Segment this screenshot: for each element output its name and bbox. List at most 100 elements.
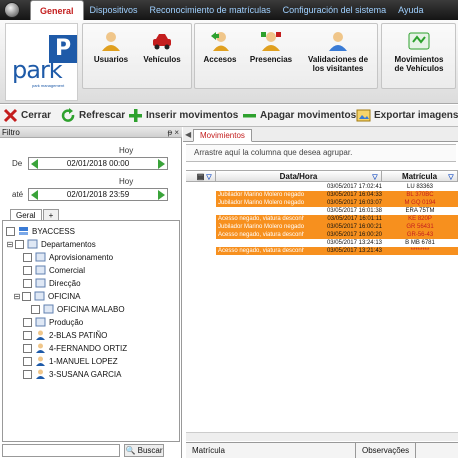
row-plate: LU 83363 <box>406 184 434 190</box>
tree-checkbox[interactable] <box>6 226 15 236</box>
ate-next-arrow-icon[interactable] <box>158 190 165 200</box>
inserir-movimentos-button[interactable]: Inserir movimentos <box>128 108 238 123</box>
validaciones-label-1: Validaciones de <box>307 55 369 64</box>
table-row[interactable]: Acesso negado, viatura desconhecida 03/0… <box>186 215 458 223</box>
plus-icon <box>128 108 143 123</box>
table-row[interactable]: 03/05/2017 17:02:41 LU 83363 <box>186 183 458 191</box>
tab-configuracion[interactable]: Configuración del sistema <box>277 0 393 20</box>
vehicle-movements-icon <box>408 30 430 52</box>
tree-item[interactable]: ⊟ OFICINA <box>13 290 80 302</box>
tree-item[interactable]: 1-MANUEL LOPEZ <box>23 355 118 367</box>
movements-panel: ◀ Movimientos Arrastre aquí la columna q… <box>183 127 458 458</box>
tree-checkbox[interactable] <box>23 369 32 379</box>
table-row[interactable]: Acesso negado, viatura desconhecida 03/0… <box>186 247 458 255</box>
tree-item[interactable]: 4-FERNANDO ORTIZ <box>23 342 127 354</box>
tree-item[interactable]: Direcção <box>23 277 81 289</box>
filter-panel-buttons[interactable]: ᵽ × <box>168 127 179 138</box>
cerrar-button[interactable]: Cerrar <box>3 108 51 123</box>
tree-checkbox[interactable] <box>23 278 32 288</box>
tree-item[interactable]: Produção <box>23 316 83 328</box>
grid-selector-icon: ▤ <box>196 172 205 181</box>
table-row[interactable]: 03/05/2017 16:01:38 ERA 75TM <box>186 207 458 215</box>
tab-ayuda[interactable]: Ayuda <box>392 0 429 20</box>
row-description: Jubilador Marino Molero negado <box>218 200 304 206</box>
cerrar-label: Cerrar <box>21 110 52 121</box>
tree-checkbox[interactable] <box>22 291 31 301</box>
tree-checkbox[interactable] <box>23 343 32 353</box>
search-input[interactable] <box>2 444 120 457</box>
tree-checkbox[interactable] <box>15 239 24 249</box>
panel-arrow-icon[interactable]: ◀ <box>185 130 191 139</box>
presencias-button[interactable]: Presencias <box>246 30 296 64</box>
vehiculos-button[interactable]: Vehículos <box>137 30 187 64</box>
tree-item[interactable]: 3-SUSANA GARCIA <box>23 368 121 380</box>
tree-item[interactable]: Comercial <box>23 264 85 276</box>
filter-icon[interactable]: ▽ <box>371 172 379 181</box>
usuarios-button[interactable]: Usuarios <box>89 30 133 64</box>
de-prev-arrow-icon[interactable] <box>31 159 38 169</box>
de-next-arrow-icon[interactable] <box>158 159 165 169</box>
tree-checkbox[interactable] <box>23 265 32 275</box>
column-matricula[interactable]: Matrícula ▽ <box>382 171 458 181</box>
app-menu-orb[interactable] <box>4 2 20 18</box>
department-icon <box>35 265 46 275</box>
tree-item[interactable]: OFICINA MALABO <box>31 303 125 315</box>
tab-reconocimiento[interactable]: Reconocimiento de matrículas <box>144 0 277 20</box>
tree-checkbox[interactable] <box>23 317 32 327</box>
tree-checkbox[interactable] <box>23 252 32 262</box>
department-icon <box>43 304 54 314</box>
tab-observaciones[interactable]: Observações <box>356 443 417 458</box>
tree-checkbox[interactable] <box>23 356 32 366</box>
row-plate: B MB 6781 <box>405 240 435 246</box>
park-logo: P park park management <box>5 23 78 101</box>
hoy-label-1[interactable]: Hoy <box>119 146 133 155</box>
tree-item[interactable]: BYACCESS <box>6 225 75 237</box>
movimientos-vehiculos-button[interactable]: Movimientos de Vehículos <box>383 30 455 73</box>
exportar-imagens-label: Exportar imagens d <box>374 110 458 121</box>
tab-general[interactable]: General <box>30 0 84 20</box>
table-row[interactable]: Jubilador Marino Molero negado 03/05/201… <box>186 199 458 207</box>
table-row[interactable]: Jubilador Marino Molero negado 03/05/201… <box>186 191 458 199</box>
buscar-button[interactable]: 🔍 Buscar <box>124 444 164 457</box>
tab-dispositivos[interactable]: Dispositivos <box>84 0 144 20</box>
row-date: 03/05/2017 13:21:43 <box>326 248 382 254</box>
table-row[interactable]: Acesso negado, viatura desconhecida 03/0… <box>186 231 458 239</box>
filter-icon[interactable]: ▽ <box>447 172 455 181</box>
group-by-area[interactable]: Arrastre aquí la columna que desea agrup… <box>186 144 456 162</box>
tree-item[interactable]: Aprovisionamento <box>23 251 113 263</box>
tree-checkbox[interactable] <box>31 304 40 314</box>
grid-selector-header[interactable]: ▤ ▽ <box>186 171 216 181</box>
row-date: 03/05/2017 16:00:20 <box>326 232 382 238</box>
tree-checkbox[interactable] <box>23 330 32 340</box>
apagar-movimentos-button[interactable]: Apagar movimentos <box>242 108 356 123</box>
collapse-icon[interactable]: ⊟ <box>6 240 14 249</box>
column-data-hora[interactable]: Data/Hora ▽ <box>216 171 382 181</box>
refrescar-button[interactable]: Refrescar <box>61 108 125 123</box>
toolbar: Cerrar Refrescar Inserir movimentos Apag… <box>0 105 458 127</box>
tree-label: 1-MANUEL LOPEZ <box>49 356 118 366</box>
de-date-field[interactable]: 02/01/2018 00:00 <box>28 157 168 170</box>
validaciones-button[interactable]: Validaciones de los visitantes <box>300 30 376 73</box>
ate-date-field[interactable]: 02/01/2018 23:59 <box>28 188 168 201</box>
row-description: Acesso negado, viatura desconhecida <box>218 216 304 222</box>
tree-label: Direcção <box>49 278 81 288</box>
hoy-label-2[interactable]: Hoy <box>119 177 133 186</box>
row-date: 03/05/2017 13:24:13 <box>326 240 382 246</box>
ate-prev-arrow-icon[interactable] <box>31 190 38 200</box>
tree-item[interactable]: 2-BLAS PATIÑO <box>23 329 107 341</box>
table-row[interactable]: Jubilador Marino Molero negado 03/05/201… <box>186 223 458 231</box>
table-row[interactable]: 03/05/2017 13:24:13 B MB 6781 <box>186 239 458 247</box>
person-icon <box>35 330 46 340</box>
accesos-button[interactable]: Accesos <box>198 30 242 64</box>
movements-tabstrip: ◀ Movimientos <box>183 127 458 142</box>
horizontal-scrollbar[interactable] <box>186 432 458 441</box>
tab-movimientos[interactable]: Movimientos <box>193 129 252 142</box>
row-description <box>218 183 304 191</box>
exportar-imagens-button[interactable]: Exportar imagens d <box>356 108 458 123</box>
filter-icon[interactable]: ▽ <box>205 172 213 181</box>
apagar-movimentos-label: Apagar movimentos <box>260 110 357 121</box>
tree-item[interactable]: ⊟ Departamentos <box>6 238 96 250</box>
tab-matricula[interactable]: Matrícula <box>186 443 356 458</box>
row-date: 03/05/2017 16:04:33 <box>326 192 382 198</box>
collapse-icon[interactable]: ⊟ <box>13 292 21 301</box>
